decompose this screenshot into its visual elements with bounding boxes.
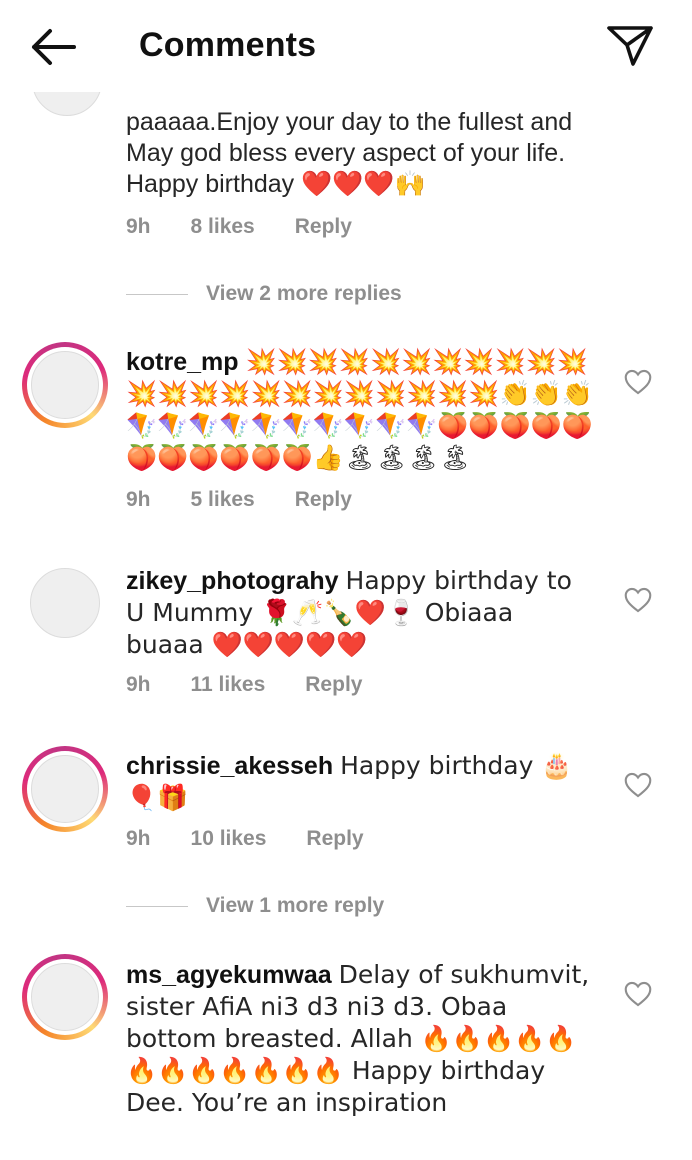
comment-username[interactable]: chrissie_akesseh bbox=[126, 752, 333, 780]
heart-icon[interactable] bbox=[624, 587, 652, 613]
comment-time: 9h bbox=[126, 827, 151, 850]
comment-likes[interactable]: 10 likes bbox=[191, 827, 267, 851]
arrow-left-icon[interactable] bbox=[26, 24, 82, 70]
comment-meta: 9h 5 likes Reply bbox=[126, 488, 392, 512]
story-avatar[interactable] bbox=[22, 746, 108, 832]
divider-line bbox=[126, 905, 188, 907]
comment-text: zikey_photograhy Happy birthday to U Mum… bbox=[126, 565, 596, 661]
comment-time: 9h bbox=[126, 215, 151, 238]
comment-likes[interactable]: 5 likes bbox=[191, 488, 255, 512]
view-more-label: View 2 more replies bbox=[206, 282, 402, 305]
comment-text: chrissie_akesseh Happy birthday 🎂🎈🎁 bbox=[126, 750, 596, 814]
comment-text: ms_agyekumwaa Delay of sukhumvit, sister… bbox=[126, 959, 596, 1119]
avatar[interactable] bbox=[30, 568, 100, 638]
comment-username[interactable]: kotre_mp bbox=[126, 348, 239, 376]
comment-username[interactable]: ms_agyekumwaa bbox=[126, 961, 332, 989]
comment-text: kotre_mp 💥💥💥💥💥💥💥💥💥💥💥💥💥💥💥💥💥💥💥💥💥💥💥👏👏👏🪁🪁🪁🪁🪁… bbox=[126, 346, 596, 474]
view-more-replies[interactable]: View 1 more reply bbox=[126, 894, 384, 918]
comment-meta: 9h 11 likes Reply bbox=[126, 673, 402, 697]
reply-button[interactable]: Reply bbox=[295, 215, 352, 239]
view-more-label: View 1 more reply bbox=[206, 894, 385, 917]
comment-likes[interactable]: 11 likes bbox=[191, 673, 266, 697]
comment-time: 9h bbox=[126, 673, 151, 696]
send-icon[interactable] bbox=[604, 22, 656, 70]
comment-meta: 9h 10 likes Reply bbox=[126, 827, 404, 851]
story-avatar[interactable] bbox=[22, 954, 108, 1040]
view-more-replies[interactable]: View 2 more replies bbox=[126, 282, 402, 306]
divider-line bbox=[126, 293, 188, 295]
heart-icon[interactable] bbox=[624, 369, 652, 395]
reply-button[interactable]: Reply bbox=[305, 673, 362, 697]
comment-body: paaaaa.Enjoy your day to the fullest and… bbox=[126, 108, 573, 198]
comment-text: paaaaa.Enjoy your day to the fullest and… bbox=[126, 107, 606, 200]
header-bar: Comments bbox=[0, 0, 692, 92]
comment-likes[interactable]: 8 likes bbox=[191, 215, 255, 239]
comment-meta: 9h 8 likes Reply bbox=[126, 215, 392, 239]
avatar bbox=[31, 351, 99, 419]
avatar bbox=[31, 963, 99, 1031]
avatar bbox=[31, 755, 99, 823]
heart-icon[interactable] bbox=[624, 772, 652, 798]
story-avatar[interactable] bbox=[22, 342, 108, 428]
heart-icon[interactable] bbox=[624, 981, 652, 1007]
reply-button[interactable]: Reply bbox=[306, 827, 363, 851]
comment-username[interactable]: zikey_photograhy bbox=[126, 567, 339, 595]
reply-button[interactable]: Reply bbox=[295, 488, 352, 512]
comments-feed[interactable]: paaaaa.Enjoy your day to the fullest and… bbox=[0, 0, 692, 1160]
comment-time: 9h bbox=[126, 488, 151, 511]
page-title: Comments bbox=[139, 26, 317, 64]
